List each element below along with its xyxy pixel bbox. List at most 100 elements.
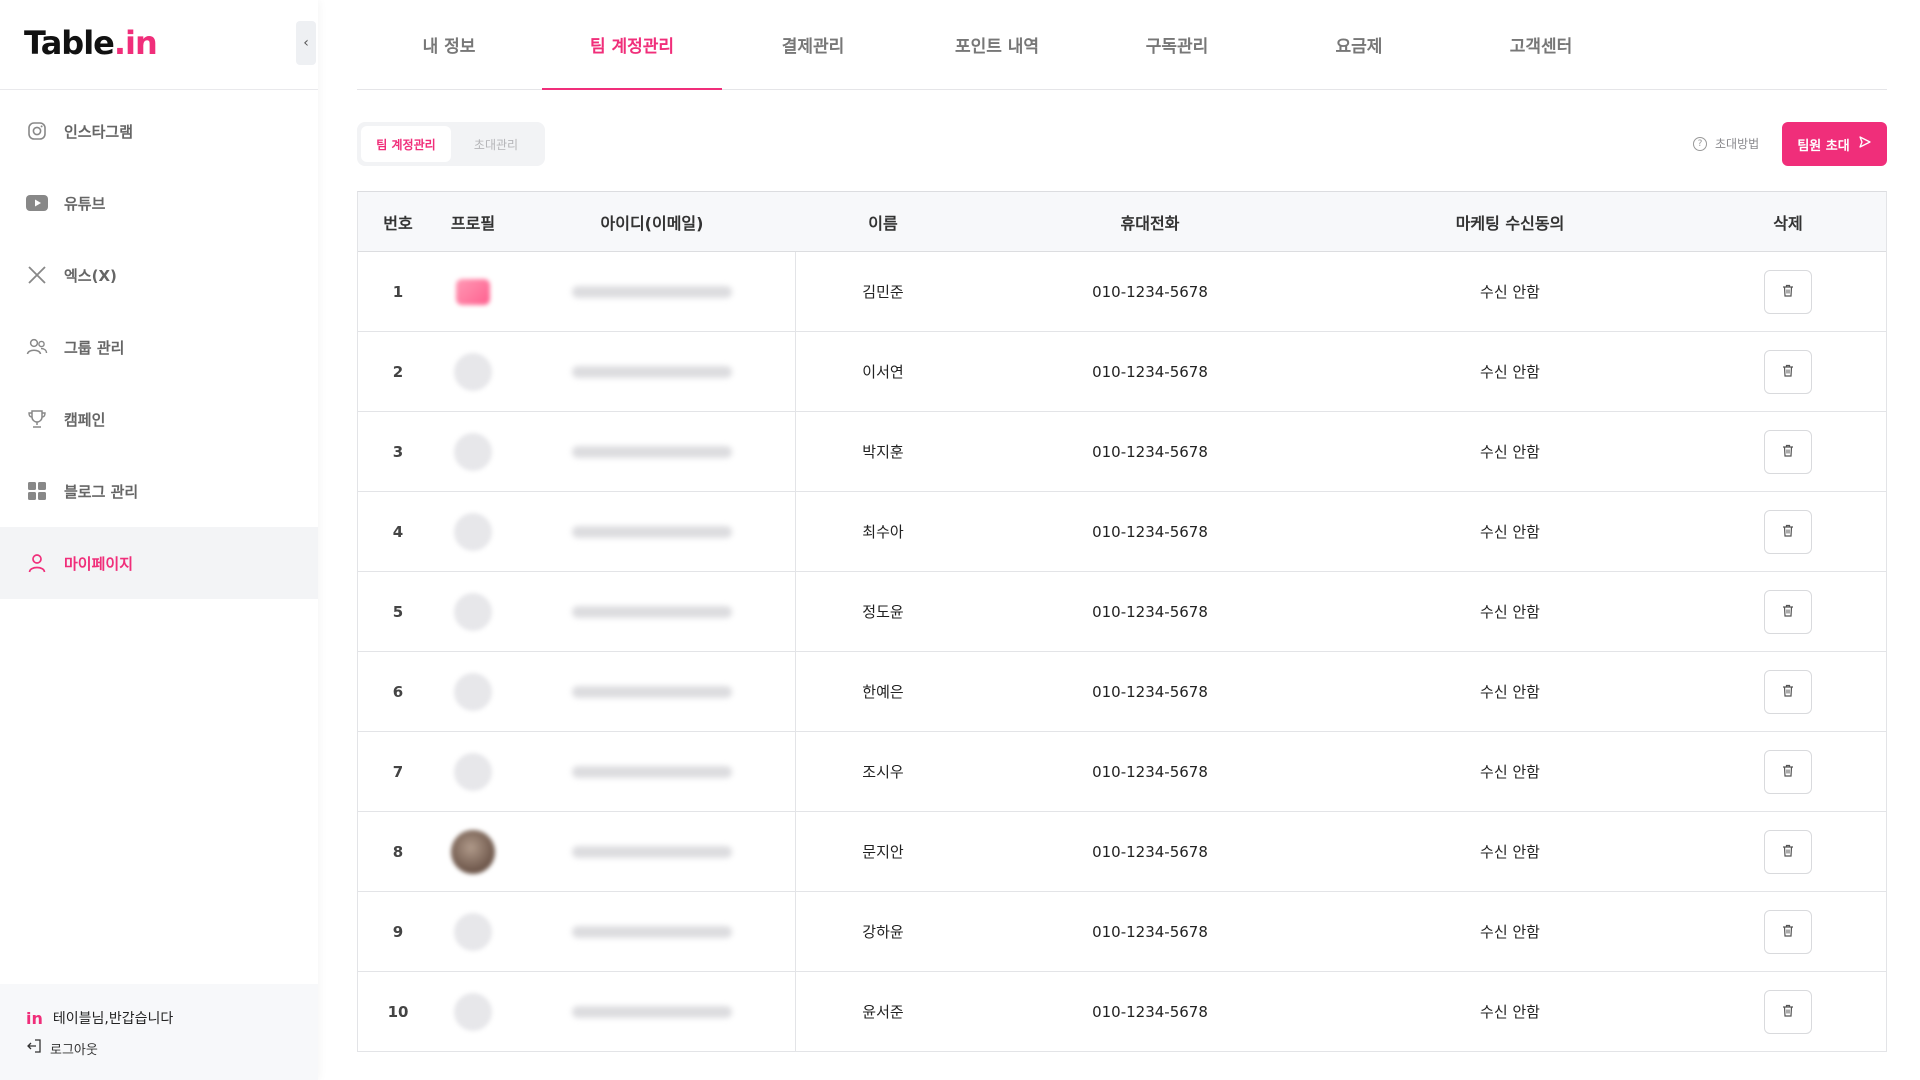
invite-help-link[interactable]: ? 초대방법 — [1693, 135, 1759, 152]
row-phone: 010-1234-5678 — [1092, 1002, 1208, 1021]
row-profile — [438, 672, 508, 711]
header-name: 이름 — [868, 213, 898, 233]
table-row: 7 조시우 010-1234-5678 수신 안함 — [358, 732, 1886, 812]
logout-icon — [26, 1038, 42, 1058]
avatar — [454, 912, 492, 951]
row-profile — [438, 752, 508, 791]
row-delete — [1690, 749, 1886, 794]
row-email — [508, 332, 796, 411]
row-name: 한예은 — [862, 683, 904, 701]
tab-payment[interactable]: 결제관리 — [723, 32, 903, 90]
row-delete — [1690, 829, 1886, 874]
header-profile: 프로필 — [450, 213, 496, 233]
row-delete — [1690, 429, 1886, 474]
trash-icon — [1782, 923, 1794, 941]
sidebar-item-label: 캠페인 — [64, 410, 106, 429]
email-redacted — [571, 365, 732, 378]
delete-button[interactable] — [1764, 589, 1812, 634]
sidebar-item-group[interactable]: 그룹 관리 — [0, 311, 318, 383]
row-num: 10 — [387, 1002, 409, 1021]
table-row: 8 문지안 010-1234-5678 수신 안함 — [358, 812, 1886, 892]
delete-button[interactable] — [1764, 749, 1812, 794]
sidebar-item-label: 인스타그램 — [64, 122, 134, 141]
row-email — [508, 652, 796, 731]
row-marketing: 수신 안함 — [1480, 683, 1540, 701]
row-delete — [1690, 589, 1886, 634]
email-redacted — [571, 445, 732, 458]
tab-my-info[interactable]: 내 정보 — [359, 32, 539, 90]
table-header: 번호 프로필 아이디(이메일) 이름 휴대전화 마케팅 수신동의 삭제 — [358, 192, 1886, 252]
trash-icon — [1782, 683, 1794, 701]
invite-help-label: 초대방법 — [1715, 137, 1760, 151]
row-email — [508, 252, 796, 331]
table-row: 10 윤서준 010-1234-5678 수신 안함 — [358, 972, 1886, 1052]
row-name: 조시우 — [862, 763, 904, 781]
tab-team-account[interactable]: 팀 계정관리 — [542, 32, 722, 90]
sidebar-item-blog[interactable]: 블로그 관리 — [0, 455, 318, 527]
header-num: 번호 — [383, 213, 413, 233]
delete-button[interactable] — [1764, 509, 1812, 554]
delete-button[interactable] — [1764, 429, 1812, 474]
delete-button[interactable] — [1764, 989, 1812, 1034]
greeting: in 테이블님,반갑습니다 — [26, 1008, 318, 1028]
app-logo[interactable]: Table.in — [24, 24, 158, 62]
avatar — [454, 432, 492, 471]
tab-support[interactable]: 고객센터 — [1451, 32, 1631, 90]
row-email — [508, 972, 796, 1051]
avatar — [454, 352, 492, 391]
table-row: 1 김민준 010-1234-5678 수신 안함 — [358, 252, 1886, 332]
tab-subscription[interactable]: 구독관리 — [1087, 32, 1267, 90]
row-marketing: 수신 안함 — [1480, 443, 1540, 461]
sidebar-collapse-button[interactable]: ‹ — [296, 21, 316, 65]
row-name: 문지안 — [862, 843, 904, 861]
sidebar-item-x[interactable]: 엑스(X) — [0, 239, 318, 311]
subtab-team-account[interactable]: 팀 계정관리 — [361, 126, 451, 162]
trophy-icon — [26, 408, 48, 430]
table-body: 1 김민준 010-1234-5678 수신 안함 2 이서연 010-1234-5678 수… — [358, 252, 1886, 1052]
row-name: 최수아 — [862, 523, 904, 541]
row-num: 3 — [392, 442, 404, 461]
row-name: 박지훈 — [862, 443, 904, 461]
delete-button[interactable] — [1764, 349, 1812, 394]
delete-button[interactable] — [1764, 829, 1812, 874]
email-redacted — [571, 525, 732, 538]
trash-icon — [1782, 603, 1794, 621]
invite-member-button[interactable]: 팀원 초대 — [1782, 122, 1887, 166]
table-row: 4 최수아 010-1234-5678 수신 안함 — [358, 492, 1886, 572]
row-phone: 010-1234-5678 — [1092, 522, 1208, 541]
row-delete — [1690, 509, 1886, 554]
sidebar: Table.in ‹ 인스타그램 유튜브 엑스(X) 그룹 관리 캠페인 블로그… — [0, 0, 318, 1080]
tab-pricing[interactable]: 요금제 — [1269, 32, 1449, 90]
row-num: 8 — [392, 842, 404, 861]
subtab-invite-management[interactable]: 초대관리 — [451, 126, 541, 162]
table-row: 5 정도윤 010-1234-5678 수신 안함 — [358, 572, 1886, 652]
sidebar-item-label: 마이페이지 — [64, 554, 134, 573]
row-num: 7 — [392, 762, 404, 781]
email-redacted — [571, 925, 732, 938]
sub-tabs: 팀 계정관리 초대관리 — [357, 122, 545, 166]
tab-points[interactable]: 포인트 내역 — [907, 32, 1087, 90]
row-phone: 010-1234-5678 — [1092, 682, 1208, 701]
row-marketing: 수신 안함 — [1480, 763, 1540, 781]
row-phone: 010-1234-5678 — [1092, 282, 1208, 301]
row-email — [508, 572, 796, 651]
sidebar-item-campaign[interactable]: 캠페인 — [0, 383, 318, 455]
logout-link[interactable]: 로그아웃 — [26, 1038, 318, 1058]
row-phone: 010-1234-5678 — [1092, 842, 1208, 861]
sidebar-item-mypage[interactable]: 마이페이지 — [0, 527, 318, 599]
avatar — [454, 592, 492, 631]
row-name: 강하윤 — [862, 923, 904, 941]
email-redacted — [571, 285, 732, 298]
avatar — [454, 512, 492, 551]
row-marketing: 수신 안함 — [1480, 603, 1540, 621]
sidebar-item-instagram[interactable]: 인스타그램 — [0, 95, 318, 167]
avatar — [451, 829, 495, 874]
table-row: 3 박지훈 010-1234-5678 수신 안함 — [358, 412, 1886, 492]
delete-button[interactable] — [1764, 669, 1812, 714]
delete-button[interactable] — [1764, 269, 1812, 314]
sidebar-item-youtube[interactable]: 유튜브 — [0, 167, 318, 239]
row-marketing: 수신 안함 — [1480, 1003, 1540, 1021]
row-phone: 010-1234-5678 — [1092, 362, 1208, 381]
delete-button[interactable] — [1764, 909, 1812, 954]
header-delete: 삭제 — [1773, 213, 1803, 233]
